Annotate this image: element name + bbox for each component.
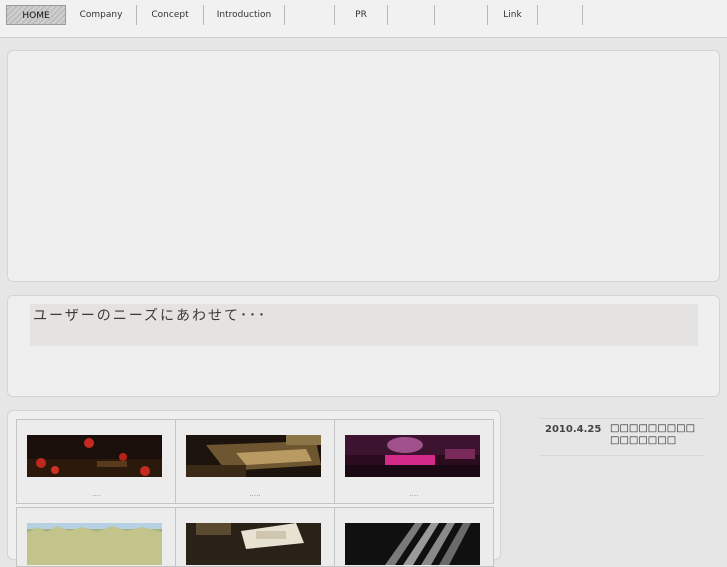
gallery-item[interactable]: ..... bbox=[175, 419, 335, 504]
gallery-item[interactable] bbox=[175, 507, 335, 567]
thumbnail-red-flowers[interactable] bbox=[27, 435, 162, 477]
gallery-caption: .... bbox=[92, 490, 101, 498]
thumbnail-grass-sky[interactable] bbox=[27, 523, 162, 565]
nav-blank-1[interactable] bbox=[285, 5, 335, 25]
gallery-caption: .... bbox=[409, 490, 419, 498]
news-title[interactable]: □□□□□□□□□□□□□□□□ bbox=[610, 423, 700, 447]
gallery-panel: .... ..... .... bbox=[7, 410, 501, 567]
nav-company[interactable]: Company bbox=[66, 5, 137, 25]
gallery-item[interactable] bbox=[16, 507, 177, 567]
nav-home[interactable]: HOME bbox=[6, 5, 66, 25]
nav-blank-4[interactable] bbox=[538, 5, 583, 25]
gallery-item[interactable]: .... bbox=[16, 419, 177, 504]
intro-heading: ユーザーのニーズにあわせて･･･ bbox=[33, 308, 268, 324]
intro-panel: ユーザーのニーズにあわせて･･･ bbox=[7, 295, 720, 397]
thumbnail-pink-lounge[interactable] bbox=[345, 435, 480, 477]
gallery-caption: ..... bbox=[249, 490, 261, 498]
thumbnail-dark-room[interactable] bbox=[186, 435, 321, 477]
nav-pr[interactable]: PR bbox=[335, 5, 388, 25]
nav-blank-2[interactable] bbox=[388, 5, 435, 25]
thumbnail-phone[interactable] bbox=[186, 523, 321, 565]
nav-link[interactable]: Link bbox=[488, 5, 538, 25]
news-date: 2010.4.25 bbox=[545, 424, 602, 435]
nav-blank-3[interactable] bbox=[435, 5, 488, 25]
news-item[interactable]: 2010.4.25 □□□□□□□□□□□□□□□□ bbox=[540, 418, 703, 456]
gallery-item[interactable] bbox=[334, 507, 494, 567]
intro-banner: ユーザーのニーズにあわせて･･･ bbox=[30, 304, 698, 346]
thumbnail-metal-bars[interactable] bbox=[345, 523, 480, 565]
top-navigation: HOME Company Concept Introduction PR Lin… bbox=[0, 0, 727, 38]
gallery-item[interactable]: .... bbox=[334, 419, 494, 504]
nav-introduction[interactable]: Introduction bbox=[204, 5, 285, 25]
hero-panel bbox=[7, 50, 720, 282]
nav-concept[interactable]: Concept bbox=[137, 5, 204, 25]
